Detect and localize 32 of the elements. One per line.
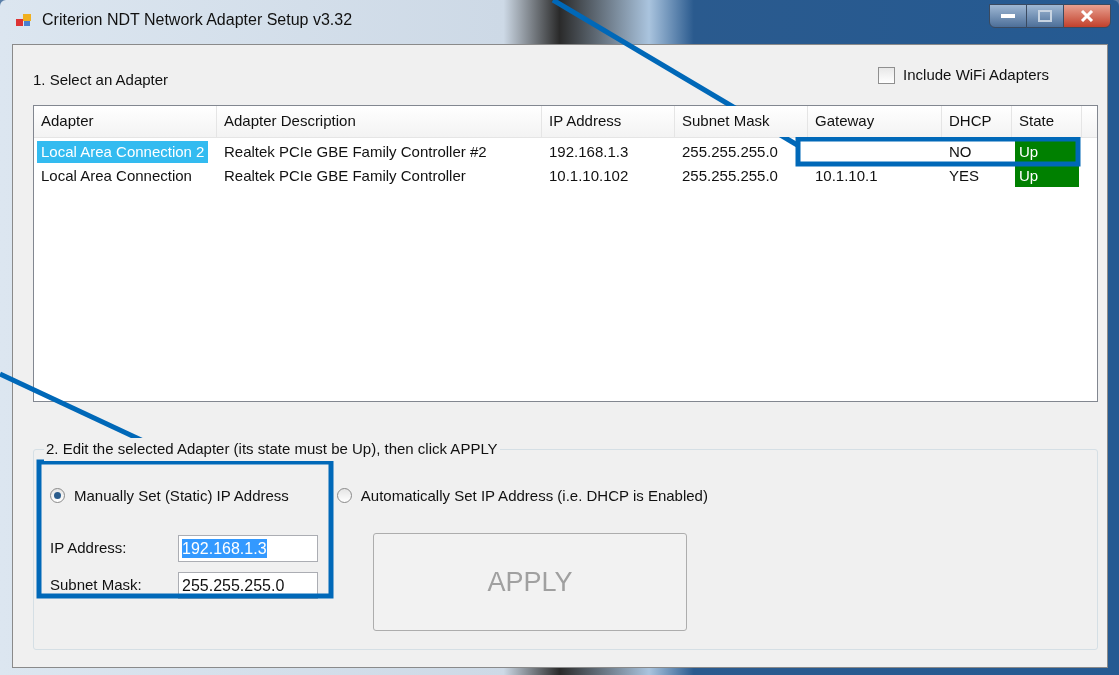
checkbox-label[interactable]: Include WiFi Adapters: [903, 63, 1049, 87]
maximize-button[interactable]: [1027, 4, 1063, 28]
field-label: IP Address:: [50, 538, 128, 559]
maximize-icon: [1038, 10, 1052, 22]
column-header[interactable]: DHCP: [942, 106, 1012, 137]
radio-label[interactable]: Manually Set (Static) IP Address: [74, 484, 289, 507]
table-cell[interactable]: Local Area Connection: [37, 165, 196, 187]
table-cell-text: 10.1.10.102: [548, 165, 630, 186]
column-header[interactable]: State: [1012, 106, 1082, 137]
table-cell-text: NO: [948, 141, 973, 162]
app-icon: [16, 12, 34, 28]
table-cell-text: Realtek PCIe GBE Family Controller: [223, 165, 467, 186]
table-cell-text: 192.168.1.3: [548, 141, 630, 162]
close-icon: [1080, 10, 1094, 22]
minimize-icon: [1001, 14, 1015, 18]
group-title: 2. Edit the selected Adapter (its state must be Up), then click APPLY: [44, 438, 500, 461]
table-cell-text: YES: [948, 165, 980, 186]
radio-button[interactable]: [336, 488, 352, 504]
minimize-button[interactable]: [989, 4, 1027, 28]
radio-button[interactable]: [50, 488, 65, 504]
field-label: Subnet Mask:: [50, 575, 143, 596]
table-cell-text: Realtek PCIe GBE Family Controller #2: [223, 141, 488, 162]
table-cell-text: 255.255.255.0: [681, 165, 779, 186]
checkbox[interactable]: [878, 66, 896, 84]
column-header[interactable]: Gateway: [808, 106, 942, 137]
table-cell-text: 255.255.255.0: [681, 141, 779, 162]
table-cell-text: 10.1.10.1: [814, 165, 879, 186]
window-title: Criterion NDT Network Adapter Setup v3.32: [42, 10, 353, 30]
radio-label[interactable]: Automatically Set IP Address (i.e. DHCP is Enabled): [360, 484, 708, 507]
status-cell: Up: [1015, 165, 1079, 187]
section-title: 1. Select an Adapter: [33, 69, 169, 90]
close-button[interactable]: [1063, 4, 1111, 28]
